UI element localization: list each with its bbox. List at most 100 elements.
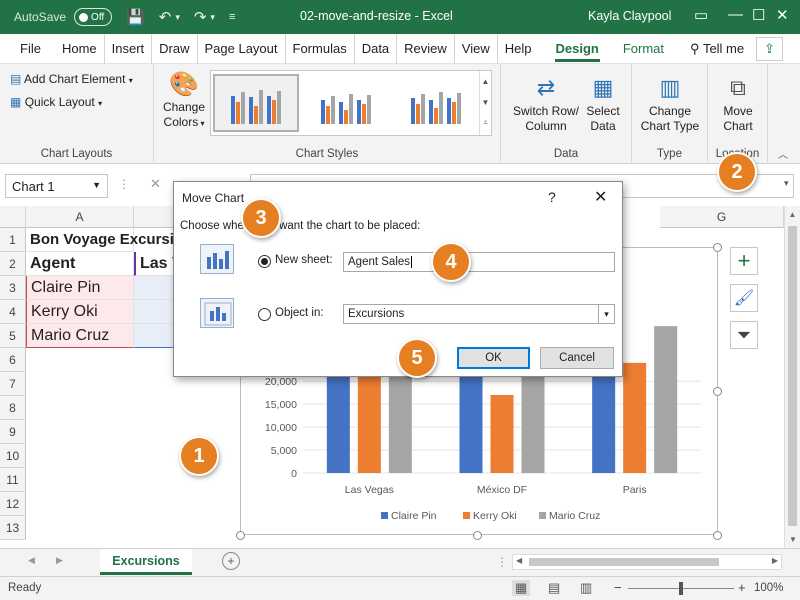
zoom-out-button[interactable]: − [614,580,622,595]
tab-data[interactable]: Data [355,33,398,64]
chart-style-3[interactable] [395,74,481,132]
resize-handle-tr[interactable] [713,243,722,252]
cancel-button[interactable]: Cancel [540,347,614,369]
quick-layout-button[interactable]: ▦ Quick Layout ▾ [10,95,102,111]
change-chart-type-button[interactable]: ▥ Change Chart Type [636,72,704,134]
page-layout-view-icon[interactable]: ▤ [548,580,560,596]
gallery-down-icon[interactable]: ▼ [480,92,491,113]
row-header[interactable]: 11 [0,468,26,492]
normal-view-icon[interactable]: ▦ [512,580,531,596]
scroll-left-icon[interactable]: ◀ [516,556,522,565]
tab-home[interactable]: Home [55,33,105,64]
scroll-thumb[interactable] [788,226,797,526]
chart-style-2[interactable] [305,74,391,132]
name-box[interactable]: Chart 1 ▼ [5,174,108,198]
cell-a5[interactable]: Mario Cruz [26,324,134,348]
zoom-level[interactable]: 100% [754,582,783,594]
row-header[interactable]: 5 [0,324,26,348]
cell-a1[interactable]: Bon Voyage Excursions [26,228,201,252]
row-header[interactable]: 1 [0,228,26,252]
dialog-close-button[interactable]: ✕ [594,187,607,207]
tab-formulas[interactable]: Formulas [286,33,355,64]
change-colors-button[interactable]: 🎨 Change Colors ▾ [160,70,208,131]
row-header[interactable]: 12 [0,492,26,516]
user-name[interactable]: Kayla Claypool [588,9,671,23]
autosave-toggle[interactable]: Off [74,8,113,26]
resize-handle-b[interactable] [473,531,482,540]
row-header[interactable]: 4 [0,300,26,324]
tab-split-handle[interactable]: ⋮ [496,555,508,569]
resize-handle-br[interactable] [713,531,722,540]
row-header[interactable]: 8 [0,396,26,420]
close-window-icon[interactable]: ✕ [776,6,789,24]
tell-me-search[interactable]: ⚲ Tell me [683,34,751,64]
resize-handle-bl[interactable] [236,531,245,540]
tab-insert[interactable]: Insert [105,33,153,64]
zoom-slider-thumb[interactable] [679,582,683,595]
scroll-down-icon[interactable]: ▼ [785,535,800,544]
new-sheet-radio[interactable] [258,255,271,268]
ribbon-display-icon[interactable]: ▭ [694,6,708,24]
chart-style-1[interactable] [213,74,299,132]
gallery-more-icon[interactable]: ⩡ [480,113,491,133]
expand-formula-icon[interactable]: ▾ [784,178,789,189]
minimize-icon[interactable]: — [728,6,743,23]
object-in-radio[interactable] [258,308,271,321]
row-header[interactable]: 3 [0,276,26,300]
add-sheet-button[interactable]: + [222,552,240,570]
tab-design[interactable]: Design [549,34,606,64]
resize-handle-r[interactable] [713,387,722,396]
zoom-in-button[interactable]: + [738,580,746,595]
chart-elements-button[interactable]: + [730,247,758,275]
tab-format[interactable]: Format [616,34,671,64]
row-header[interactable]: 13 [0,516,26,540]
object-in-select[interactable]: Excursions ▾ [343,304,615,324]
tab-file[interactable]: File [0,34,55,64]
redo-dropdown-icon[interactable]: ▾ [210,12,215,23]
cell-a3[interactable]: Claire Pin [26,276,134,300]
scroll-right-icon[interactable]: ▶ [772,556,778,565]
chart-styles-button[interactable]: 🖌 [730,284,758,312]
vertical-scrollbar[interactable]: ▲ ▼ [784,206,800,548]
tab-page-layout[interactable]: Page Layout [198,33,286,64]
row-header[interactable]: 9 [0,420,26,444]
new-sheet-name-input[interactable]: Agent Sales [343,252,615,272]
move-chart-button[interactable]: ⧉ Move Chart [714,72,762,134]
tab-view[interactable]: View [455,33,498,64]
add-chart-element-button[interactable]: ▤ Add Chart Element ▾ [10,72,133,88]
chart-filters-button[interactable]: ⏷ [730,321,758,349]
customize-toolbar-icon[interactable]: ≡ [229,11,235,23]
horizontal-scrollbar[interactable]: ◀ ▶ [512,554,782,570]
share-icon[interactable]: ⇪ [756,37,783,61]
cell-a4[interactable]: Kerry Oki [26,300,134,324]
select-data-button[interactable]: ▦ Select Data [583,72,623,134]
select-dropdown-icon[interactable]: ▾ [598,305,614,323]
redo-icon[interactable]: ↷ [194,8,207,26]
tab-draw[interactable]: Draw [152,33,198,64]
maximize-icon[interactable]: ☐ [752,6,765,24]
switch-row-column-button[interactable]: ⇄ Switch Row/ Column [509,72,583,134]
tab-review[interactable]: Review [397,33,455,64]
column-header-g[interactable]: G [660,206,784,228]
h-scroll-thumb[interactable] [529,558,719,566]
row-header[interactable]: 10 [0,444,26,468]
row-header[interactable]: 7 [0,372,26,396]
save-icon[interactable]: 💾 [126,8,145,26]
page-break-view-icon[interactable]: ▥ [580,580,592,596]
undo-dropdown-icon[interactable]: ▾ [175,12,180,23]
cell-a2[interactable]: Agent [26,252,134,276]
prev-sheet-icon[interactable]: ◀ [28,555,35,566]
next-sheet-icon[interactable]: ▶ [56,555,63,566]
row-header[interactable]: 2 [0,252,26,276]
gallery-up-icon[interactable]: ▲ [480,71,491,92]
undo-icon[interactable]: ↶ [159,8,172,26]
row-header[interactable]: 6 [0,348,26,372]
scroll-up-icon[interactable]: ▲ [785,210,800,219]
sheet-tab-excursions[interactable]: Excursions [100,549,192,575]
column-header-a[interactable]: A [26,206,134,228]
ok-button[interactable]: OK [457,347,530,369]
name-box-dropdown-icon[interactable]: ▼ [92,180,101,190]
gallery-scroll[interactable]: ▲ ▼ ⩡ [479,71,491,135]
cancel-entry-icon[interactable]: ✕ [150,176,161,192]
select-all-corner[interactable] [0,206,26,228]
